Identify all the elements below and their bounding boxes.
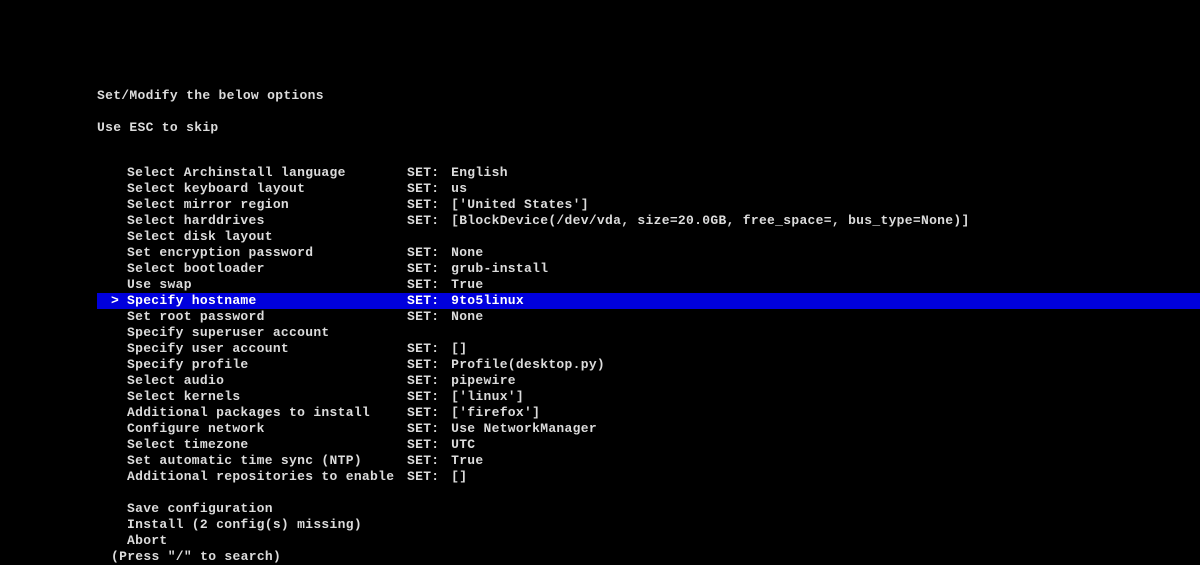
set-prefix: SET: (407, 469, 443, 485)
menu-item[interactable]: Configure networkSET: Use NetworkManager (97, 421, 1200, 437)
menu-item[interactable]: Select harddrivesSET: [BlockDevice(/dev/… (97, 213, 1200, 229)
set-prefix: SET: (407, 453, 443, 469)
actions-section: Save configurationInstall (2 config(s) m… (97, 501, 1200, 549)
set-prefix: SET: (407, 277, 443, 293)
set-prefix: SET: (407, 389, 443, 405)
menu-item-label: Select disk layout (127, 229, 407, 245)
menu-item-value: ['firefox'] (443, 405, 540, 421)
menu-item-value: [] (443, 341, 467, 357)
search-hint: (Press "/" to search) (97, 549, 1200, 565)
menu-item[interactable]: Select kernelsSET: ['linux'] (97, 389, 1200, 405)
menu-item-label: Configure network (127, 421, 407, 437)
set-prefix: SET: (407, 261, 443, 277)
menu-item-value: Profile(desktop.py) (443, 357, 605, 373)
set-prefix: SET: (407, 309, 443, 325)
menu-item[interactable]: Set automatic time sync (NTP)SET: True (97, 453, 1200, 469)
set-prefix: SET: (407, 245, 443, 261)
options-menu: Select Archinstall languageSET: EnglishS… (97, 165, 1200, 549)
action-item-label: Save configuration (127, 501, 407, 517)
menu-item-label: Select mirror region (127, 197, 407, 213)
menu-item[interactable]: Use swapSET: True (97, 277, 1200, 293)
menu-item-value: us (443, 181, 467, 197)
menu-item-label: Set root password (127, 309, 407, 325)
menu-item[interactable]: Specify profileSET: Profile(desktop.py) (97, 357, 1200, 373)
menu-item-label: Select Archinstall language (127, 165, 407, 181)
menu-item-label: Set automatic time sync (NTP) (127, 453, 407, 469)
menu-item[interactable]: Select bootloaderSET: grub-install (97, 261, 1200, 277)
menu-item[interactable]: Additional repositories to enableSET: [] (97, 469, 1200, 485)
menu-item-label: Select harddrives (127, 213, 407, 229)
set-prefix: SET: (407, 165, 443, 181)
menu-item-label: Select kernels (127, 389, 407, 405)
set-prefix: SET: (407, 357, 443, 373)
page-title: Set/Modify the below options (97, 88, 1200, 104)
menu-item-label: Use swap (127, 277, 407, 293)
menu-item-value: True (443, 453, 484, 469)
menu-item-value: 9to5linux (443, 293, 524, 309)
menu-item[interactable]: Set encryption passwordSET: None (97, 245, 1200, 261)
menu-item[interactable]: Select mirror regionSET: ['United States… (97, 197, 1200, 213)
menu-item-value: pipewire (443, 373, 516, 389)
menu-item[interactable]: >Specify hostnameSET: 9to5linux (97, 293, 1200, 309)
menu-item-value: [BlockDevice(/dev/vda, size=20.0GB, free… (443, 213, 970, 229)
menu-item-value: English (443, 165, 508, 181)
menu-item-value: True (443, 277, 484, 293)
menu-item[interactable]: Select disk layout (97, 229, 1200, 245)
menu-item-label: Additional packages to install (127, 405, 407, 421)
set-prefix: SET: (407, 181, 443, 197)
set-prefix: SET: (407, 341, 443, 357)
set-prefix: SET: (407, 373, 443, 389)
menu-item[interactable]: Select timezoneSET: UTC (97, 437, 1200, 453)
menu-item[interactable]: Select audioSET: pipewire (97, 373, 1200, 389)
menu-item-label: Specify hostname (127, 293, 407, 309)
menu-item[interactable]: Select keyboard layoutSET: us (97, 181, 1200, 197)
menu-item-value: Use NetworkManager (443, 421, 597, 437)
menu-item-label: Specify superuser account (127, 325, 407, 341)
menu-item[interactable]: Set root passwordSET: None (97, 309, 1200, 325)
set-prefix: SET: (407, 421, 443, 437)
action-item[interactable]: Abort (97, 533, 1200, 549)
set-prefix: SET: (407, 405, 443, 421)
action-item[interactable]: Install (2 config(s) missing) (97, 517, 1200, 533)
menu-item-value: None (443, 245, 484, 261)
esc-hint: Use ESC to skip (97, 120, 1200, 136)
menu-item-value: [] (443, 469, 467, 485)
menu-item-value: ['linux'] (443, 389, 524, 405)
set-prefix: SET: (407, 213, 443, 229)
menu-item-label: Additional repositories to enable (127, 469, 407, 485)
menu-item-label: Select audio (127, 373, 407, 389)
menu-item-value: None (443, 309, 484, 325)
set-prefix: SET: (407, 293, 443, 309)
menu-item-label: Select keyboard layout (127, 181, 407, 197)
action-item-label: Abort (127, 533, 407, 549)
menu-item-label: Specify user account (127, 341, 407, 357)
menu-item-label: Select timezone (127, 437, 407, 453)
menu-item[interactable]: Specify superuser account (97, 325, 1200, 341)
set-prefix: SET: (407, 437, 443, 453)
set-prefix: SET: (407, 197, 443, 213)
cursor-marker: > (97, 293, 127, 309)
menu-item[interactable]: Select Archinstall languageSET: English (97, 165, 1200, 181)
menu-item-label: Specify profile (127, 357, 407, 373)
menu-item[interactable]: Additional packages to installSET: ['fir… (97, 405, 1200, 421)
menu-item-value: ['United States'] (443, 197, 589, 213)
menu-item-label: Set encryption password (127, 245, 407, 261)
action-item[interactable]: Save configuration (97, 501, 1200, 517)
menu-item[interactable]: Specify user accountSET: [] (97, 341, 1200, 357)
menu-item-value: grub-install (443, 261, 548, 277)
menu-item-value: UTC (443, 437, 475, 453)
action-item-label: Install (2 config(s) missing) (127, 517, 407, 533)
menu-item-label: Select bootloader (127, 261, 407, 277)
